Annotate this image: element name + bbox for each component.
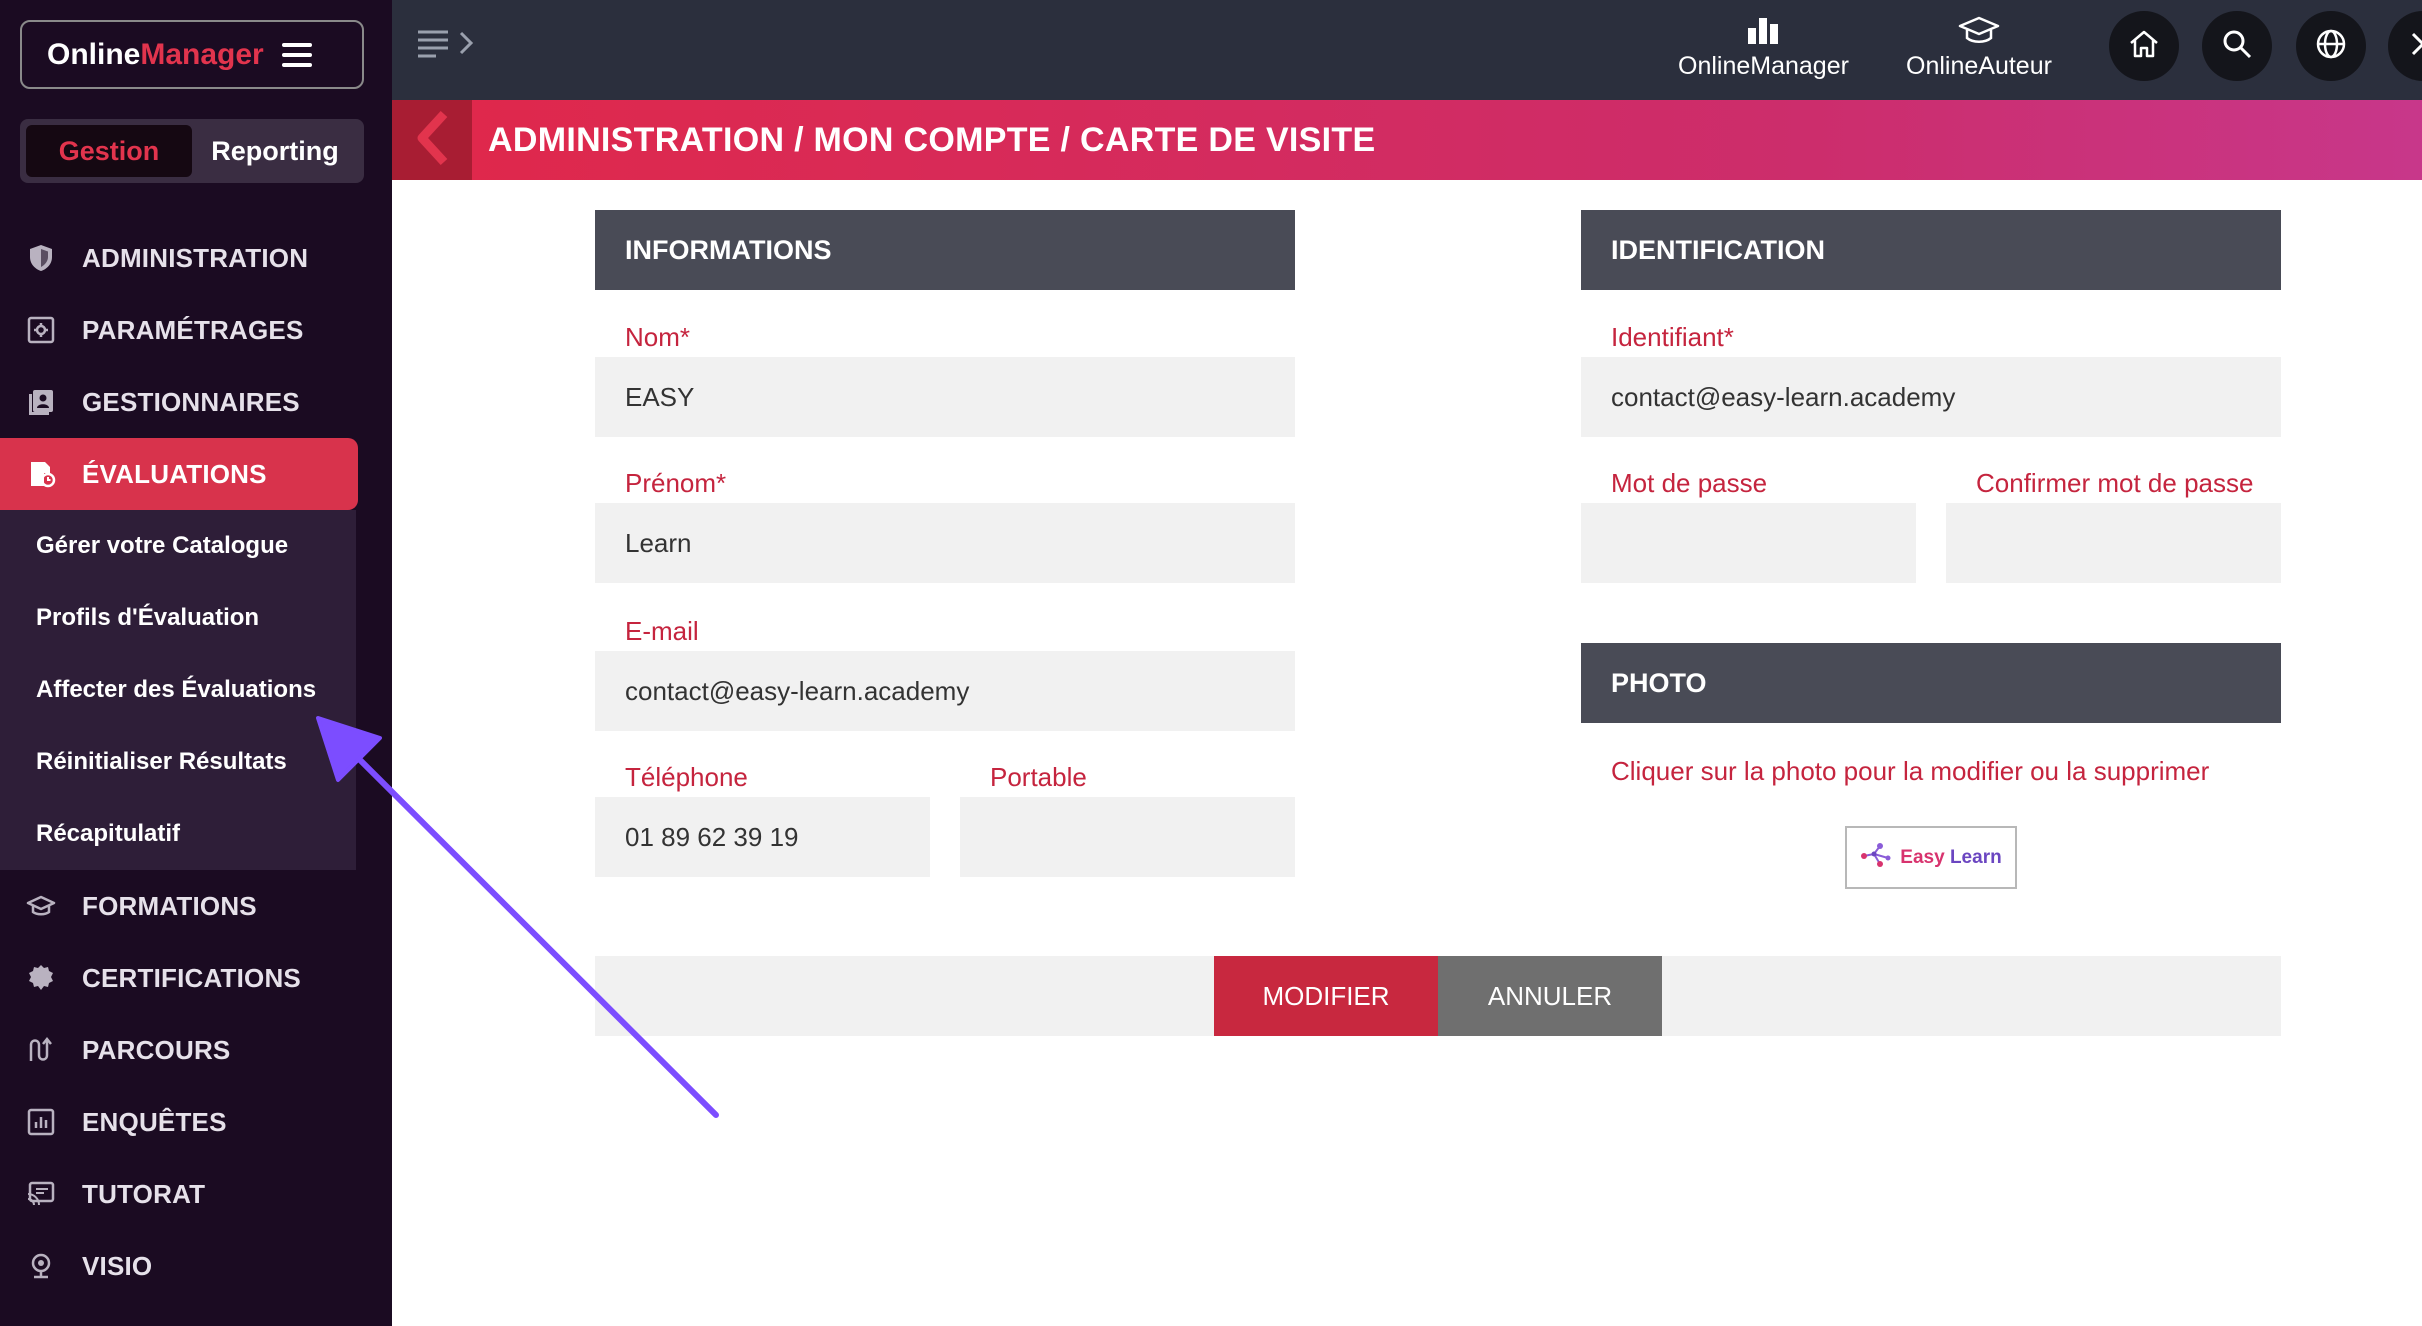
brand-menu-button[interactable]: Online Manager: [20, 20, 364, 89]
evaluation-icon: [24, 457, 58, 491]
language-button[interactable]: [2296, 11, 2366, 81]
nom-label: Nom*: [625, 322, 691, 352]
sidebar-item-label: CERTIFICATIONS: [82, 962, 301, 993]
password-label: Mot de passe: [1611, 468, 1768, 498]
mode-switch: Gestion Reporting: [20, 119, 364, 183]
path-icon: [24, 1033, 58, 1067]
sidebar-item-label: GESTIONNAIRES: [82, 386, 300, 417]
sidebar-item-label: ADMINISTRATION: [82, 242, 309, 273]
back-button[interactable]: [392, 100, 472, 180]
email-label: E-mail: [625, 616, 699, 646]
globe-icon: [2315, 28, 2347, 65]
logo-text-part1: Easy: [1900, 846, 1945, 868]
users-book-icon: [24, 385, 58, 419]
prenom-field[interactable]: Learn: [595, 503, 1295, 583]
photo-hint: Cliquer sur la photo pour la modifier ou…: [1611, 756, 2210, 786]
hamburger-icon: [281, 42, 312, 67]
sidebar-item-administration[interactable]: ADMINISTRATION: [0, 222, 392, 294]
mode-gestion-button[interactable]: Gestion: [26, 125, 192, 177]
top-bar: OnlineManager OnlineAuteur: [392, 0, 2422, 100]
identifiant-label: Identifiant*: [1611, 322, 1734, 352]
app-label: OnlineAuteur: [1906, 52, 2052, 80]
mode-reporting-button[interactable]: Reporting: [192, 125, 358, 177]
screen-cast-icon: [24, 1177, 58, 1211]
sidebar-item-evaluations[interactable]: ÉVALUATIONS: [0, 438, 358, 510]
app-onlineauteur-link[interactable]: OnlineAuteur: [1906, 10, 2052, 81]
telephone-field[interactable]: 01 89 62 39 19: [595, 797, 930, 877]
sidebar: Online Manager Gestion Reporting ADMINIST…: [0, 0, 392, 1326]
brand-name-part1: Online: [47, 37, 141, 71]
sidebar-item-label: TUTORAT: [82, 1178, 206, 1209]
sidebar-item-gestionnaires[interactable]: GESTIONNAIRES: [0, 366, 392, 438]
sidebar-item-visio[interactable]: VISIO: [0, 1230, 392, 1302]
sidebar-item-label: ENQUÊTES: [82, 1106, 227, 1137]
prenom-label: Prénom*: [625, 468, 727, 498]
nom-field[interactable]: EASY: [595, 357, 1295, 437]
sidebar-item-label: FORMATIONS: [82, 890, 257, 921]
title-bar: ADMINISTRATION / MON COMPTE / CARTE DE V…: [392, 100, 2422, 180]
home-icon: [2128, 29, 2160, 64]
settings-icon: [24, 313, 58, 347]
logo-text-part2: Learn: [1949, 846, 2002, 868]
evaluations-submenu: Gérer votre Catalogue Profils d'Évaluati…: [0, 510, 356, 870]
search-button[interactable]: [2202, 11, 2272, 81]
shield-icon: [24, 241, 58, 275]
sidebar-item-enquetes[interactable]: ENQUÊTES: [0, 1086, 392, 1158]
password-field[interactable]: [1581, 503, 1916, 583]
submenu-item-profils[interactable]: Profils d'Évaluation: [0, 582, 356, 654]
portable-label: Portable: [990, 762, 1087, 792]
logo-text: Easy Learn: [1900, 847, 2001, 869]
sidebar-item-label: PARCOURS: [82, 1034, 231, 1065]
graduation-cap-icon: [1958, 10, 2000, 52]
webcam-icon: [24, 1249, 58, 1283]
sidebar-item-certifications[interactable]: CERTIFICATIONS: [0, 942, 392, 1014]
close-icon: [2409, 30, 2422, 63]
telephone-label: Téléphone: [625, 762, 748, 792]
sidebar-item-parametrages[interactable]: PARAMÉTRAGES: [0, 294, 392, 366]
modify-button[interactable]: MODIFIER: [1214, 956, 1438, 1036]
app-label: OnlineManager: [1678, 52, 1849, 80]
sidebar-toggle-button[interactable]: [416, 26, 474, 65]
chevron-right-icon: [458, 30, 474, 61]
page-title: ADMINISTRATION / MON COMPTE / CARTE DE V…: [488, 120, 1376, 159]
profile-photo[interactable]: Easy Learn: [1845, 826, 2017, 889]
sidebar-item-label: VISIO: [82, 1250, 153, 1281]
brand-name-part2: Manager: [140, 37, 264, 71]
chart-survey-icon: [24, 1105, 58, 1139]
sidebar-item-formations[interactable]: FORMATIONS: [0, 870, 392, 942]
sidebar-item-tutorat[interactable]: TUTORAT: [0, 1158, 392, 1230]
close-button[interactable]: [2388, 11, 2422, 81]
submenu-item-reinitialiser[interactable]: Réinitialiser Résultats: [0, 726, 356, 798]
confirm-password-field[interactable]: [1946, 503, 2281, 583]
badge-icon: [24, 961, 58, 995]
chevron-left-icon: [414, 110, 450, 171]
photo-header: PHOTO: [1581, 643, 2281, 723]
list-icon: [416, 26, 450, 65]
email-field[interactable]: contact@easy-learn.academy: [595, 651, 1295, 731]
portable-field[interactable]: [960, 797, 1295, 877]
easy-learn-logo-icon: [1860, 838, 1894, 877]
informations-header: INFORMATIONS: [595, 210, 1295, 290]
sidebar-item-label: ÉVALUATIONS: [82, 458, 267, 489]
identifiant-field[interactable]: contact@easy-learn.academy: [1581, 357, 2281, 437]
search-icon: [2221, 28, 2253, 65]
sidebar-item-label: PARAMÉTRAGES: [82, 314, 304, 345]
bar-chart-icon: [1746, 10, 1780, 52]
submenu-item-recapitulatif[interactable]: Récapitulatif: [0, 798, 356, 870]
submenu-item-catalogue[interactable]: Gérer votre Catalogue: [0, 510, 356, 582]
app-onlinemanager-link[interactable]: OnlineManager: [1678, 10, 1849, 81]
home-button[interactable]: [2109, 11, 2179, 81]
submenu-item-affecter[interactable]: Affecter des Évaluations: [0, 654, 356, 726]
identification-header: IDENTIFICATION: [1581, 210, 2281, 290]
sidebar-item-parcours[interactable]: PARCOURS: [0, 1014, 392, 1086]
graduation-cap-icon: [24, 889, 58, 923]
cancel-button[interactable]: ANNULER: [1438, 956, 1662, 1036]
sidebar-menu: ADMINISTRATION PARAMÉTRAGES GESTIONNAIRE…: [0, 222, 392, 1302]
confirm-password-label: Confirmer mot de passe: [1976, 468, 2254, 498]
